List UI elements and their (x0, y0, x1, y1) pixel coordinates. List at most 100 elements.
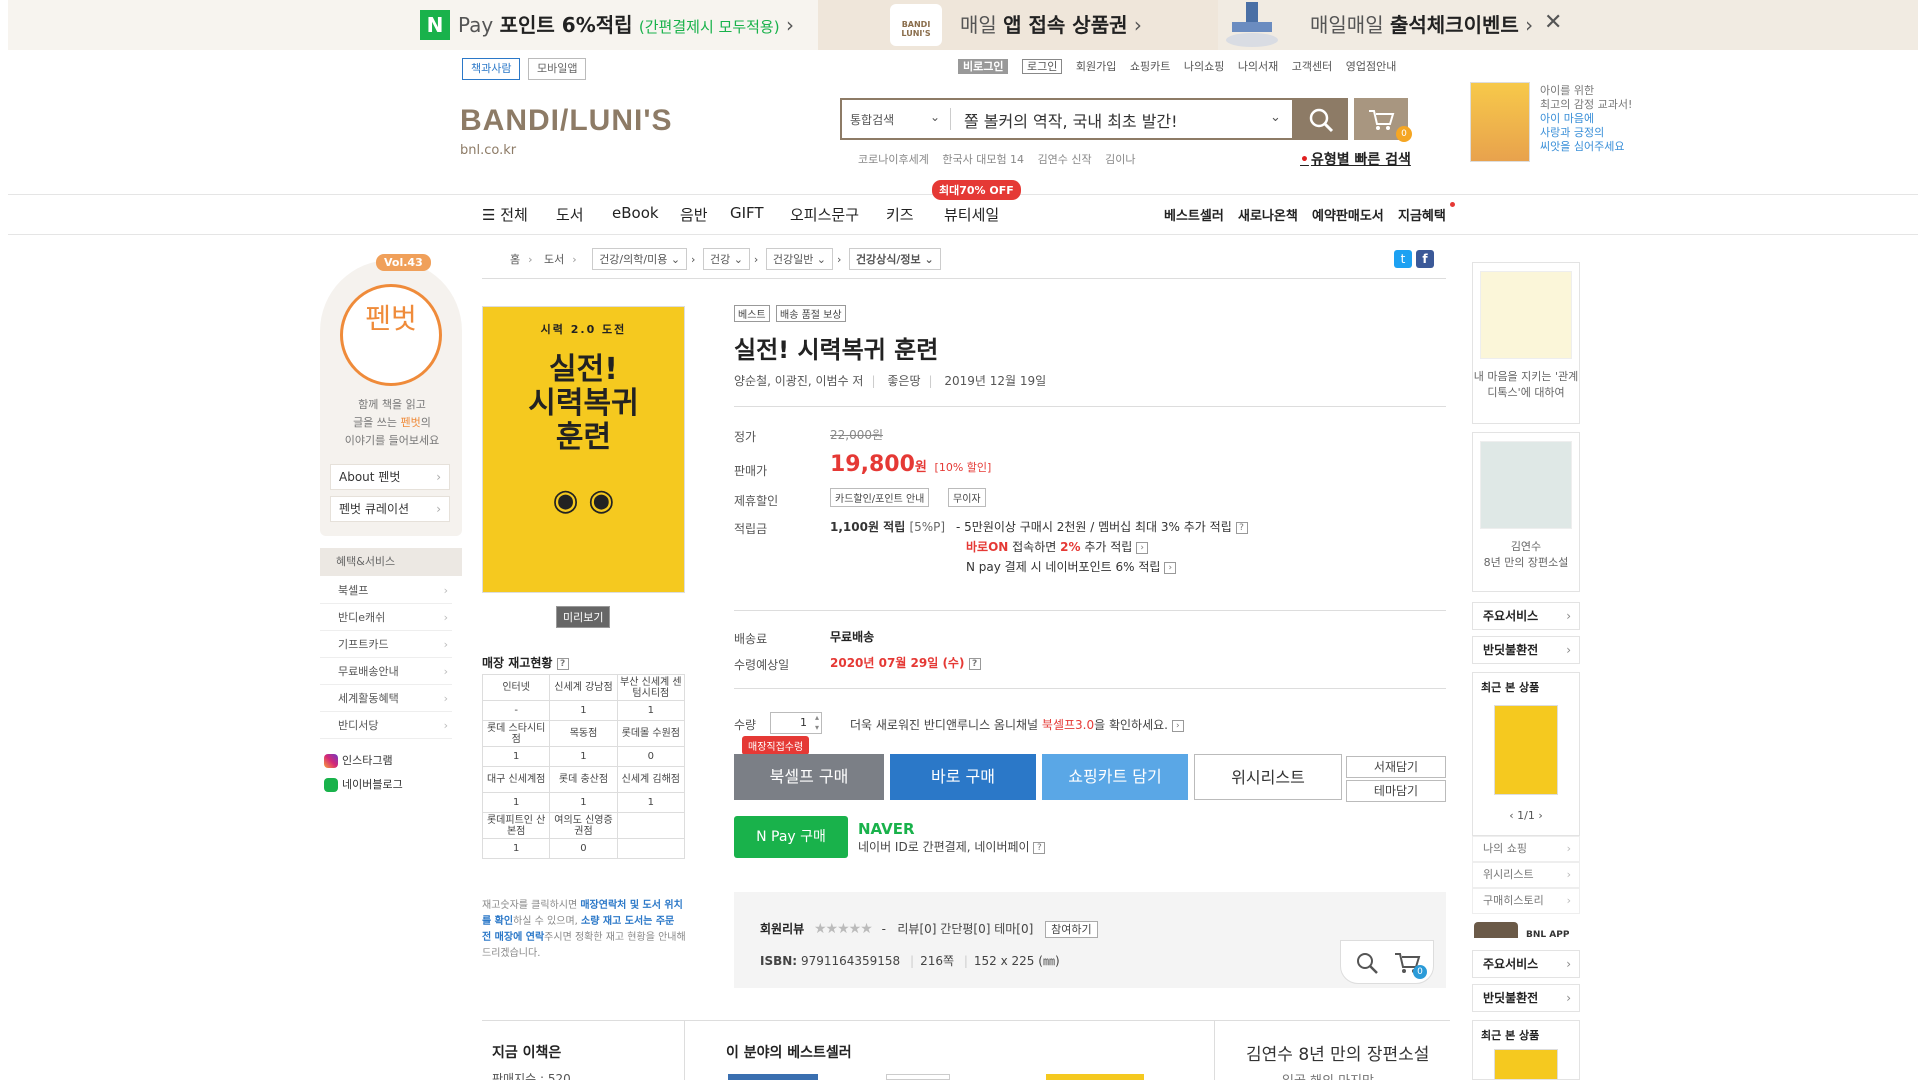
top-link-myshopping[interactable]: 나의쇼핑 (1184, 60, 1224, 73)
top-link-barologin[interactable]: 비로그인 (958, 59, 1009, 74)
my-shopping-link[interactable]: 나의 쇼핑 (1472, 836, 1580, 862)
top-link-cart[interactable]: 쇼핑카트 (1130, 60, 1170, 73)
wishlist-link[interactable]: 위시리스트 (1472, 862, 1580, 888)
add-to-library-button[interactable]: 서재담기 (1346, 756, 1446, 778)
penbut-curation-link[interactable]: 펜벗 큐레이션 (330, 496, 450, 522)
search-dropdown-icon[interactable]: ⌄ (1270, 110, 1281, 125)
inventory-count[interactable]: 1 (549, 792, 618, 813)
firefly-exchange-link[interactable]: 반딧불환전 (1472, 984, 1580, 1012)
service-activity[interactable]: 세계활동혜택 (320, 685, 452, 712)
instagram-link[interactable]: 인스타그램 (324, 752, 393, 768)
bookshelf-buy-button[interactable]: 북셀프 구매 (734, 754, 884, 800)
nav-item-beauty[interactable]: 뷰티세일 (944, 204, 999, 225)
books-people-tag[interactable]: 책과사람 (462, 58, 521, 80)
inventory-count[interactable]: 1 (481, 838, 551, 859)
main-services-link[interactable]: 주요서비스 (1472, 602, 1580, 630)
search-category-select[interactable]: 통합검색 (850, 111, 894, 128)
banner-close-icon[interactable]: ✕ (1544, 10, 1562, 35)
wishlist-button[interactable]: 위시리스트 (1194, 754, 1342, 800)
nav-right-preorder[interactable]: 예약판매도서 (1312, 205, 1384, 224)
facebook-share-icon[interactable]: f (1416, 250, 1434, 268)
chevron-right-icon[interactable]: › (1136, 541, 1149, 554)
top-link-support[interactable]: 고객센터 (1292, 60, 1332, 73)
purchase-history-link[interactable]: 구매히스토리 (1472, 888, 1580, 914)
nav-right-new[interactable]: 새로나온책 (1238, 205, 1298, 224)
about-penbut-link[interactable]: About 펜벗 (330, 464, 450, 490)
breadcrumb-book[interactable]: 도서 (544, 253, 564, 266)
chevron-right-icon[interactable]: › (1171, 719, 1184, 732)
nav-right-bestseller[interactable]: 베스트셀러 (1164, 205, 1224, 224)
help-icon[interactable]: ? (556, 657, 569, 670)
help-icon[interactable]: ? (1235, 521, 1248, 534)
inventory-count[interactable]: 0 (616, 746, 686, 767)
search-input[interactable] (964, 108, 1254, 132)
side-ad-text[interactable]: 아이를 위한 최고의 감정 교과서! 아이 마음에 사랑과 긍정의 씨앗을 심어… (1540, 84, 1660, 154)
inventory-count[interactable]: 1 (549, 746, 618, 767)
nav-item-office[interactable]: 오피스문구 (790, 204, 859, 225)
card-discount-button[interactable]: 카드할인/포인트 안내 (830, 488, 930, 507)
service-ecash[interactable]: 반디e캐쉬 (320, 604, 452, 631)
service-bookshelf[interactable]: 북셀프 (320, 577, 452, 604)
bestseller-thumb[interactable] (1046, 1074, 1144, 1080)
npay-buy-button[interactable]: N Pay 구매 (734, 816, 848, 858)
fast-search-link[interactable]: 유형별 빠른 검색 (1300, 149, 1411, 169)
right-promo-card[interactable]: 김연수 8년 만의 장편소설 (1472, 432, 1580, 592)
npay-promo-link[interactable]: Pay 포인트 6%적립 (간편결제시 모두적용) › (458, 0, 794, 52)
search-button[interactable] (1294, 98, 1348, 140)
search-icon[interactable] (1355, 951, 1379, 975)
side-ad-book-image[interactable] (1470, 82, 1530, 162)
service-free-shipping[interactable]: 무료배송안내 (320, 658, 452, 685)
novel-promo-title[interactable]: 김연수 8년 만의 장편소설 (1246, 1040, 1429, 1065)
product-publisher[interactable]: 좋은땅 (887, 374, 920, 388)
breadcrumb-home[interactable]: 홈 (510, 253, 520, 266)
chevron-left-icon[interactable]: ‹ (1509, 809, 1517, 822)
hot-keyword[interactable]: 코로나이후세계 (858, 153, 929, 166)
help-icon[interactable]: ? (1033, 841, 1046, 854)
chevron-right-icon[interactable]: › (1538, 809, 1542, 822)
inventory-count[interactable]: 1 (549, 700, 618, 721)
right-promo-card[interactable]: 내 마음을 지키는 '관계 디톡스'에 대하여 (1472, 262, 1580, 424)
nav-item-gift[interactable]: GIFT (730, 204, 764, 222)
nav-item-kids[interactable]: 키즈 (886, 204, 914, 225)
attendance-event-link[interactable]: 매일매일 출석체크이벤트 › (1310, 0, 1533, 50)
breadcrumb-select[interactable]: 건강일반 ⌄ (765, 248, 834, 270)
bestseller-thumb[interactable] (886, 1074, 950, 1080)
app-coupon-link[interactable]: 매일 앱 접속 상품권 › (960, 0, 1142, 50)
preview-button[interactable]: 미리보기 (556, 606, 611, 628)
breadcrumb-select[interactable]: 건강 ⌄ (702, 248, 750, 270)
breadcrumb-select[interactable]: 건강/의학/미용 ⌄ (592, 248, 688, 270)
hot-keyword[interactable]: 김이나 (1105, 153, 1135, 166)
firefly-exchange-link[interactable]: 반딧불환전 (1472, 636, 1580, 664)
chevron-right-icon[interactable]: › (1164, 561, 1177, 574)
inventory-count[interactable]: 1 (481, 792, 551, 813)
breadcrumb-select[interactable]: 건강상식/정보 ⌄ (848, 248, 941, 270)
stepper-arrows-icon[interactable]: ▴ ▾ (815, 713, 819, 733)
nav-item-ebook[interactable]: eBook (612, 204, 659, 222)
penbut-logo[interactable]: 펜벗 (340, 284, 442, 386)
buy-now-button[interactable]: 바로 구매 (890, 754, 1036, 800)
quantity-stepper[interactable]: 1 ▴ ▾ (770, 712, 822, 734)
service-seodang[interactable]: 반디서당 (320, 712, 452, 739)
recent-item-thumb[interactable] (1494, 1049, 1558, 1079)
inventory-count[interactable] (616, 838, 686, 859)
recent-item-thumb[interactable] (1494, 705, 1558, 795)
service-giftcard[interactable]: 기프트카드 (320, 631, 452, 658)
hot-keyword[interactable]: 김연수 신작 (1038, 153, 1092, 166)
chevron-down-icon[interactable]: ⌄ (930, 110, 940, 124)
twitter-share-icon[interactable]: t (1394, 250, 1412, 268)
inventory-count[interactable]: 0 (549, 838, 618, 859)
top-link-login[interactable]: 로그인 (1021, 59, 1063, 74)
top-link-mylibrary[interactable]: 나의서재 (1238, 60, 1278, 73)
inventory-count[interactable]: 1 (616, 792, 686, 813)
main-services-link[interactable]: 주요서비스 (1472, 950, 1580, 978)
inventory-count[interactable]: 1 (616, 700, 686, 721)
top-link-join[interactable]: 회원가입 (1076, 60, 1116, 73)
inventory-count[interactable]: - (481, 700, 551, 721)
naver-blog-link[interactable]: 네이버블로그 (324, 776, 403, 792)
interest-free-button[interactable]: 무이자 (948, 488, 986, 507)
product-authors[interactable]: 양순철, 이광진, 이범수 저 (734, 374, 863, 388)
help-icon[interactable]: ? (968, 657, 981, 670)
nav-all-menu[interactable]: ☰ 전체 (482, 204, 528, 225)
nav-item-music[interactable]: 음반 (680, 204, 708, 225)
nav-item-books[interactable]: 도서 (556, 204, 584, 225)
